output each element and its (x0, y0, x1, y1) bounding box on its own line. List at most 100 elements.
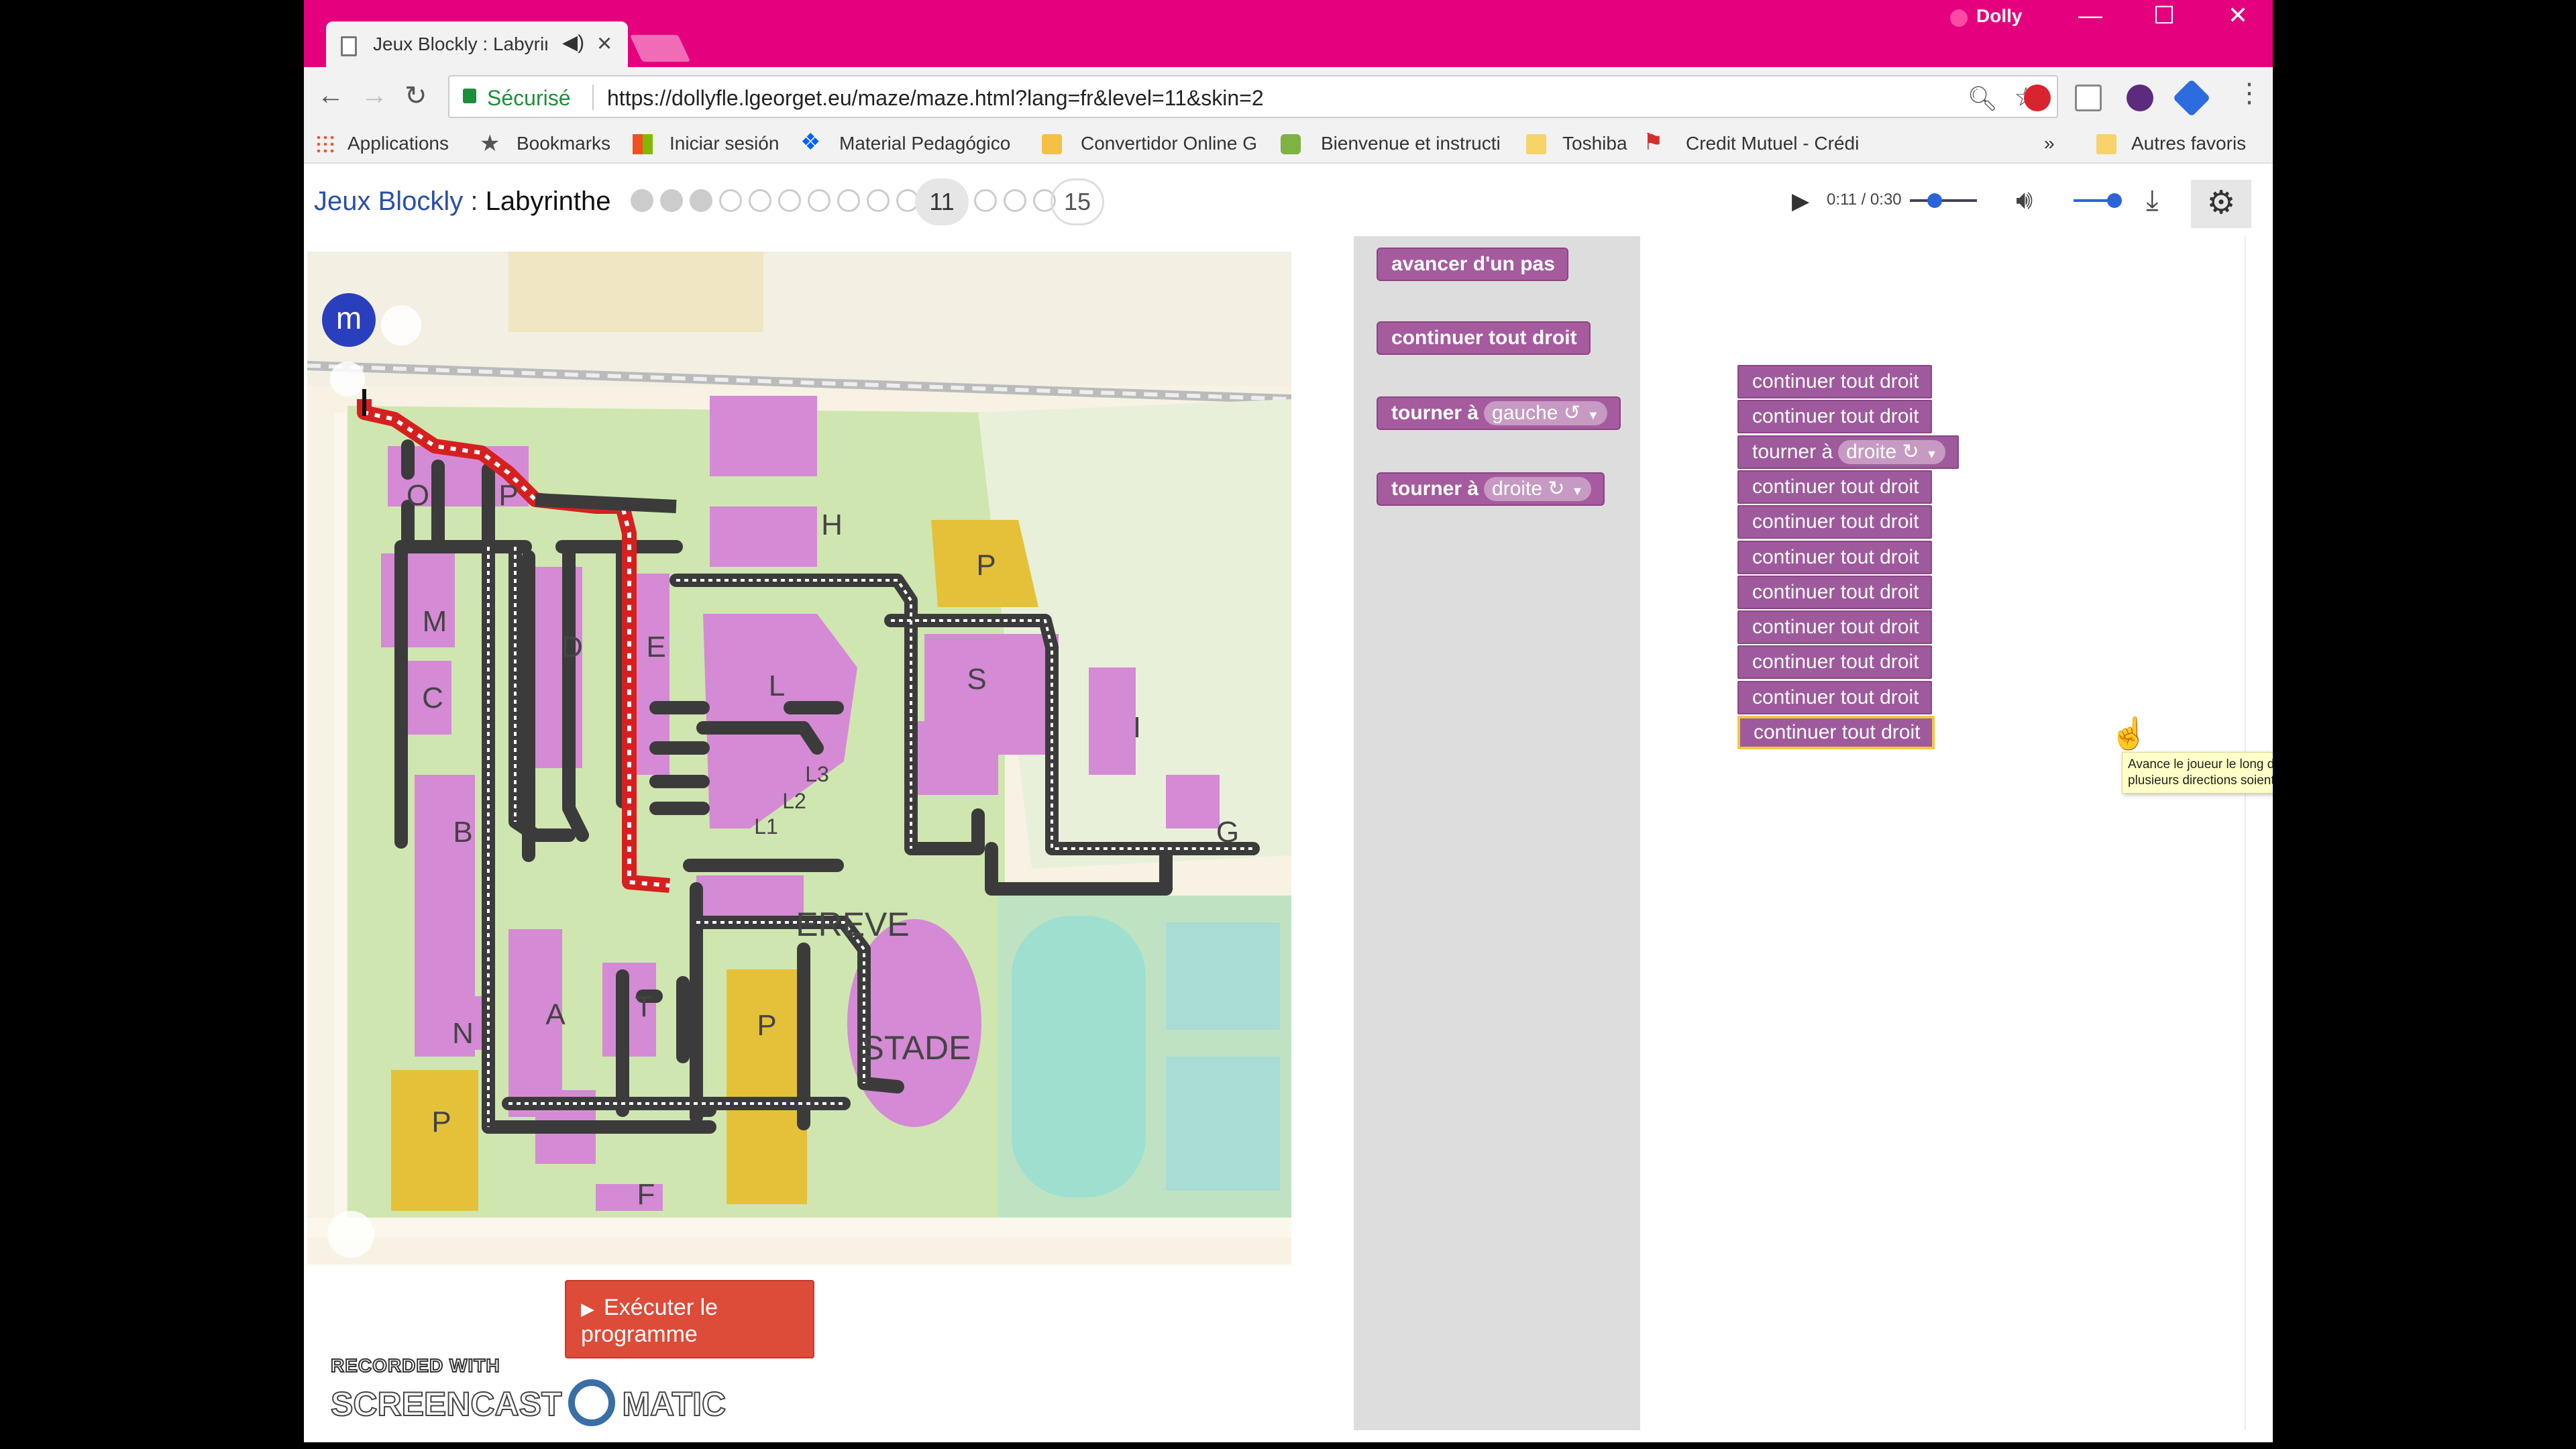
minimize-button[interactable]: — (2053, 0, 2127, 34)
workspace-block-turn[interactable]: tourner à droite ↻ ▼ (1737, 435, 1960, 469)
converter-icon (1042, 134, 1062, 154)
level-dot[interactable] (837, 189, 860, 212)
bookmark-convertidor[interactable]: Convertidor Online G (1081, 133, 1257, 154)
download-icon[interactable]: ⤓ (2146, 184, 2159, 217)
bookmark-toshiba[interactable]: Toshiba (1562, 133, 1627, 154)
building-g (1166, 775, 1220, 828)
workspace-block-straight[interactable]: continuer tout droit (1737, 681, 1933, 714)
page-icon (341, 36, 357, 56)
building-h-top (710, 396, 817, 476)
south-road (307, 1218, 1291, 1238)
workspace-block-straight[interactable]: continuer tout droit (1737, 470, 1933, 504)
dropdown-value: droite ↻ (1846, 441, 1919, 463)
level-dot[interactable] (631, 189, 653, 212)
security-label[interactable]: Sécurisé (487, 86, 571, 111)
toolbox-block-straight[interactable]: continuer tout droit (1377, 321, 1591, 355)
level-dot[interactable] (974, 189, 997, 212)
direction-dropdown[interactable]: droite ↻ ▼ (1838, 440, 1946, 464)
map-label: H (821, 508, 843, 541)
bookmark-bookmarks[interactable]: Bookmarks (517, 133, 610, 154)
browser-window: Jeux Blockly : Labyrinthe ◀) × Dolly — ☐… (304, 0, 2273, 1442)
level-dot[interactable] (690, 189, 712, 212)
blockly-workspace[interactable] (1640, 236, 2246, 1430)
workspace-block-straight[interactable]: continuer tout droit (1737, 365, 1933, 398)
level-dot[interactable] (808, 189, 830, 212)
toolbox-block-turn-left[interactable]: tourner à gauche ↺ ▼ (1377, 396, 1621, 430)
level-current[interactable]: 11 (915, 178, 969, 225)
locate-icon[interactable] (330, 362, 365, 396)
workspace-block-straight[interactable]: continuer tout droit (1737, 610, 1933, 644)
workspace-block-straight[interactable]: continuer tout droit (1737, 505, 1933, 539)
volume-knob[interactable] (2107, 193, 2122, 208)
roundabout-icon (327, 1211, 374, 1258)
level-last[interactable]: 15 (1051, 178, 1104, 225)
level-dot[interactable] (749, 189, 771, 212)
map-label: T (635, 990, 653, 1023)
compass-icon[interactable] (381, 305, 421, 345)
map-label: P (431, 1106, 451, 1138)
level-dot[interactable] (867, 189, 890, 212)
track-field (1012, 916, 1146, 1197)
map-label: P (498, 479, 518, 512)
chevron-down-icon: ▼ (1587, 409, 1599, 422)
bookmark-material[interactable]: Material Pedagógico (839, 133, 1010, 154)
audio-playing-icon[interactable]: ◀) (562, 31, 584, 54)
zoom-icon[interactable]: 🔍︎ (1967, 85, 1998, 113)
lock-icon (463, 89, 476, 103)
workspace-block-straight[interactable]: continuer tout droit (1737, 645, 1933, 679)
brand-link[interactable]: Jeux Blockly (314, 186, 463, 216)
blockly-toolbox: avancer d'un pas continuer tout droit to… (1354, 236, 1640, 1430)
block-label: tourner à (1391, 478, 1479, 500)
close-window-button[interactable]: ✕ (2201, 0, 2273, 34)
bookmark-iniciar[interactable]: Iniciar sesión (669, 133, 779, 154)
block-label: continuer tout droit (1752, 511, 1919, 533)
diamond-extension-icon[interactable] (2172, 78, 2211, 117)
map-label: M (423, 605, 447, 638)
toolbox-block-turn-right[interactable]: tourner à droite ↻ ▼ (1377, 472, 1605, 506)
map-label: G (1216, 816, 1239, 849)
bookmark-applications[interactable]: Applications (347, 133, 449, 154)
back-icon[interactable]: ← (317, 80, 344, 111)
map-label: L (769, 669, 785, 702)
video-controls: ▶ 0:11 / 0:30 🔊︎ ⤓ ⚙ (1792, 174, 2255, 228)
map-label: L3 (805, 762, 829, 786)
level-dot[interactable] (719, 189, 742, 212)
adblock-extension-icon[interactable] (2024, 85, 2051, 111)
browser-menu-icon[interactable]: ⋮ (2236, 78, 2263, 109)
tab-close-icon[interactable]: × (597, 30, 612, 58)
run-program-button[interactable]: ▶ Exécuter le programme (565, 1280, 814, 1358)
video-progress-track[interactable] (1910, 199, 1977, 202)
omnibox[interactable]: Sécurisé https://dollyfle.lgeorget.eu/ma… (448, 75, 2058, 118)
new-tab-button[interactable] (629, 35, 691, 62)
browser-tab[interactable]: Jeux Blockly : Labyrinthe ◀) × (326, 21, 628, 68)
screencast-logo-icon (568, 1379, 616, 1426)
forward-icon[interactable]: → (361, 80, 388, 111)
direction-dropdown[interactable]: gauche ↺ ▼ (1484, 401, 1607, 425)
workspace-block-straight[interactable]: continuer tout droit (1737, 400, 1933, 433)
level-dot[interactable] (778, 189, 801, 212)
workspace-block-straight[interactable]: continuer tout droit (1737, 541, 1933, 574)
level-dot[interactable] (660, 189, 683, 212)
workspace-block-straight[interactable]: continuer tout droit (1737, 576, 1933, 609)
reload-icon[interactable]: ↻ (405, 80, 427, 111)
settings-icon[interactable]: ⚙ (2191, 180, 2251, 228)
dropdown-value: droite ↻ (1492, 478, 1565, 500)
map-label: N (452, 1017, 474, 1050)
bookmarks-overflow-button[interactable]: » (2044, 133, 2055, 154)
video-progress-knob[interactable] (1927, 193, 1942, 208)
recorder-extension-icon[interactable] (2127, 85, 2153, 111)
bookmark-other[interactable]: Autres favoris (2131, 133, 2246, 154)
url-text[interactable]: https://dollyfle.lgeorget.eu/maze/maze.h… (607, 86, 1264, 111)
volume-icon[interactable]: 🔊︎ (2016, 185, 2033, 215)
direction-dropdown[interactable]: droite ↻ ▼ (1484, 477, 1592, 501)
bookmark-bienvenue[interactable]: Bienvenue et instructi (1321, 133, 1501, 154)
level-dot[interactable] (1004, 189, 1026, 212)
toolbox-block-move[interactable]: avancer d'un pas (1377, 248, 1568, 281)
workspace-block-straight[interactable]: continuer tout droit (1737, 716, 1935, 749)
play-icon[interactable]: ▶ (1792, 188, 1809, 215)
maze-path (535, 493, 677, 513)
profile-name[interactable]: Dolly (1976, 5, 2022, 27)
document-extension-icon[interactable] (2075, 85, 2102, 111)
bookmark-credit-mutuel[interactable]: Credit Mutuel - Crédi (1686, 133, 1859, 154)
maximize-button[interactable]: ☐ (2127, 0, 2201, 34)
